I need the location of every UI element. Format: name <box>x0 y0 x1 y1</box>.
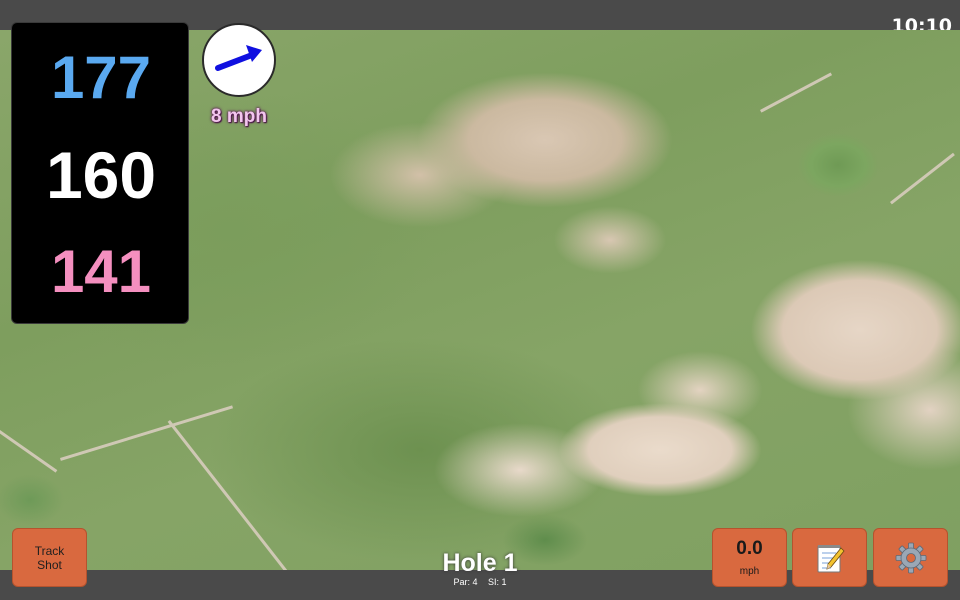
notes-button[interactable] <box>792 528 867 587</box>
gear-icon <box>895 542 926 573</box>
hole-meta: Par: 4 SI: 1 <box>400 577 560 587</box>
distance-middle: 160 <box>45 138 157 212</box>
track-shot-button[interactable]: Track Shot <box>12 528 87 587</box>
notepad-icon <box>817 544 845 572</box>
settings-button[interactable] <box>873 528 948 587</box>
speed-value: 0.0 <box>736 538 763 559</box>
speed-button[interactable]: 0.0 mph <box>712 528 787 587</box>
cart-path <box>0 430 58 473</box>
cart-path <box>890 152 955 205</box>
wind-arrow-icon <box>215 45 262 71</box>
hole-stroke-index: SI: 1 <box>488 577 507 587</box>
wind-speed: 8 mph <box>211 106 267 127</box>
speed-unit: mph <box>739 566 760 577</box>
distance-panel: 177 160 141 <box>11 22 189 324</box>
track-shot-label: Track Shot <box>34 543 65 572</box>
cart-path <box>60 405 234 461</box>
hole-title: Hole 1 <box>442 549 518 577</box>
cart-path <box>167 420 294 580</box>
cart-path <box>760 72 833 113</box>
distance-front: 141 <box>50 238 152 305</box>
wind-direction-dial <box>202 23 276 97</box>
hole-par: Par: 4 <box>453 577 478 587</box>
distance-back: 177 <box>50 44 152 111</box>
